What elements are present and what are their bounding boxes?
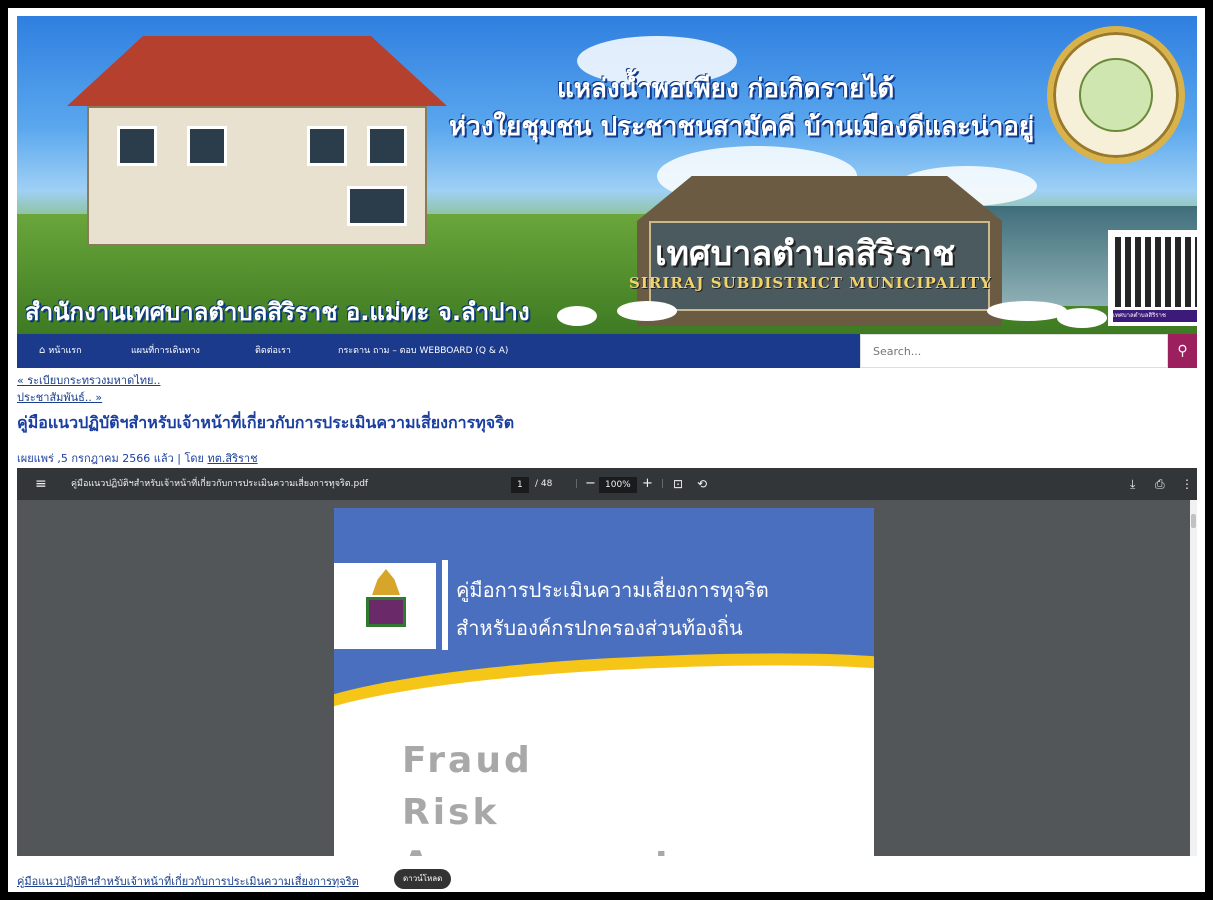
search-box (860, 334, 1168, 368)
pdf-big-text1: Fraud (402, 740, 533, 781)
post-title: คู่มือแนวปฏิบัติฯสำหรับเจ้าหน้าที่เกี่ยว… (17, 413, 515, 432)
page-total: / 48 (535, 479, 553, 489)
nav-item-label: หน้าแรก (48, 346, 82, 356)
zoom-out-button[interactable]: − (585, 468, 596, 500)
pdf-big-text2: Risk (402, 792, 500, 833)
nav-item-webboard[interactable]: กระดาน ถาม – ตอบ WEBBOARD (Q & A) (338, 334, 508, 368)
previous-post-link[interactable]: « ระเบียบกระทรวงมหาดไทย.. (17, 371, 160, 389)
print-icon[interactable]: ⎙ (1155, 468, 1165, 500)
pdf-filename: คู่มือแนวปฏิบัติฯสำหรับเจ้าหน้าที่เกี่ยว… (71, 479, 369, 489)
municipality-name-en: SIRIRAJ SUBDISTRICT MUNICIPALITY (629, 274, 992, 292)
menu-icon[interactable]: ≡ (35, 468, 47, 500)
nav-item-home[interactable]: ⌂ หน้าแรก (39, 334, 82, 368)
fit-page-icon[interactable]: ⊡ (673, 468, 683, 500)
file-link[interactable]: คู่มือแนวปฏิบัติฯสำหรับเจ้าหน้าที่เกี่ยว… (17, 872, 359, 890)
header-banner: แหล่งน้ำพอเพียง ก่อเกิดรายได้ ห่วงใยชุมช… (17, 16, 1197, 334)
pdf-page-heading1: คู่มือการประเมินความเสี่ยงการทุจริต (456, 578, 769, 602)
pdf-big-text3: Assessment (402, 844, 675, 856)
qr-code: เทศบาลตำบลสิริราช (1108, 230, 1197, 326)
office-building-image (47, 36, 447, 256)
banner-slogan-line1: แหล่งน้ำพอเพียง ก่อเกิดรายได้ (557, 74, 895, 104)
pdf-scrollbar[interactable] (1190, 500, 1197, 856)
banner-slogan-line2: ห่วงใยชุมชน ประชาชนสามัคคี บ้านเมืองดีแล… (449, 112, 1035, 142)
office-name: สำนักงานเทศบาลตำบลสิริราช อ.แม่ทะ จ.ลำปา… (25, 298, 530, 326)
zoom-level[interactable]: 100% (599, 477, 637, 493)
search-input[interactable] (861, 335, 1167, 367)
search-button[interactable]: ⚲ (1168, 334, 1197, 368)
zoom-in-button[interactable]: + (642, 468, 653, 500)
rotate-icon[interactable]: ⟲ (697, 468, 707, 500)
nav-item-contact[interactable]: ติดต่อเรา (255, 334, 291, 368)
post-meta: เผยแพร่ ,5 กรกฎาคม 2566 แล้ว | โดย ทต.สิ… (17, 449, 258, 467)
municipality-logo (1047, 26, 1185, 164)
municipality-name-th: เทศบาลตำบลสิริราช (655, 234, 956, 274)
pdf-page-heading2: สำหรับองค์กรปกครองส่วนท้องถิ่น (456, 616, 743, 640)
next-post-link[interactable]: ประชาสัมพันธ์.. » (17, 388, 102, 406)
page-frame: แหล่งน้ำพอเพียง ก่อเกิดรายได้ ห่วงใยชุมช… (8, 8, 1205, 892)
pdf-toolbar: ≡ คู่มือแนวปฏิบัติฯสำหรับเจ้าหน้าที่เกี่… (17, 468, 1197, 500)
download-icon[interactable]: ⤓ (1130, 468, 1135, 500)
pdf-viewer[interactable]: คู่มือการประเมินความเสี่ยงการทุจริต สำหร… (17, 500, 1197, 856)
emblem-image (334, 563, 436, 649)
author-link[interactable]: ทต.สิริราช (207, 452, 257, 465)
home-icon: ⌂ (39, 345, 46, 356)
page-number-input[interactable]: 1 (511, 477, 529, 493)
post-date: เผยแพร่ ,5 กรกฎาคม 2566 แล้ว | โดย (17, 452, 208, 465)
download-button[interactable]: ดาวน์โหลด (394, 869, 452, 889)
qr-label: เทศบาลตำบลสิริราช (1113, 310, 1197, 322)
search-icon: ⚲ (1177, 343, 1188, 359)
nav-item-map[interactable]: แผนที่การเดินทาง (131, 334, 200, 368)
pdf-page: คู่มือการประเมินความเสี่ยงการทุจริต สำหร… (334, 508, 874, 856)
more-options-icon[interactable]: ⋮ (1181, 468, 1193, 500)
